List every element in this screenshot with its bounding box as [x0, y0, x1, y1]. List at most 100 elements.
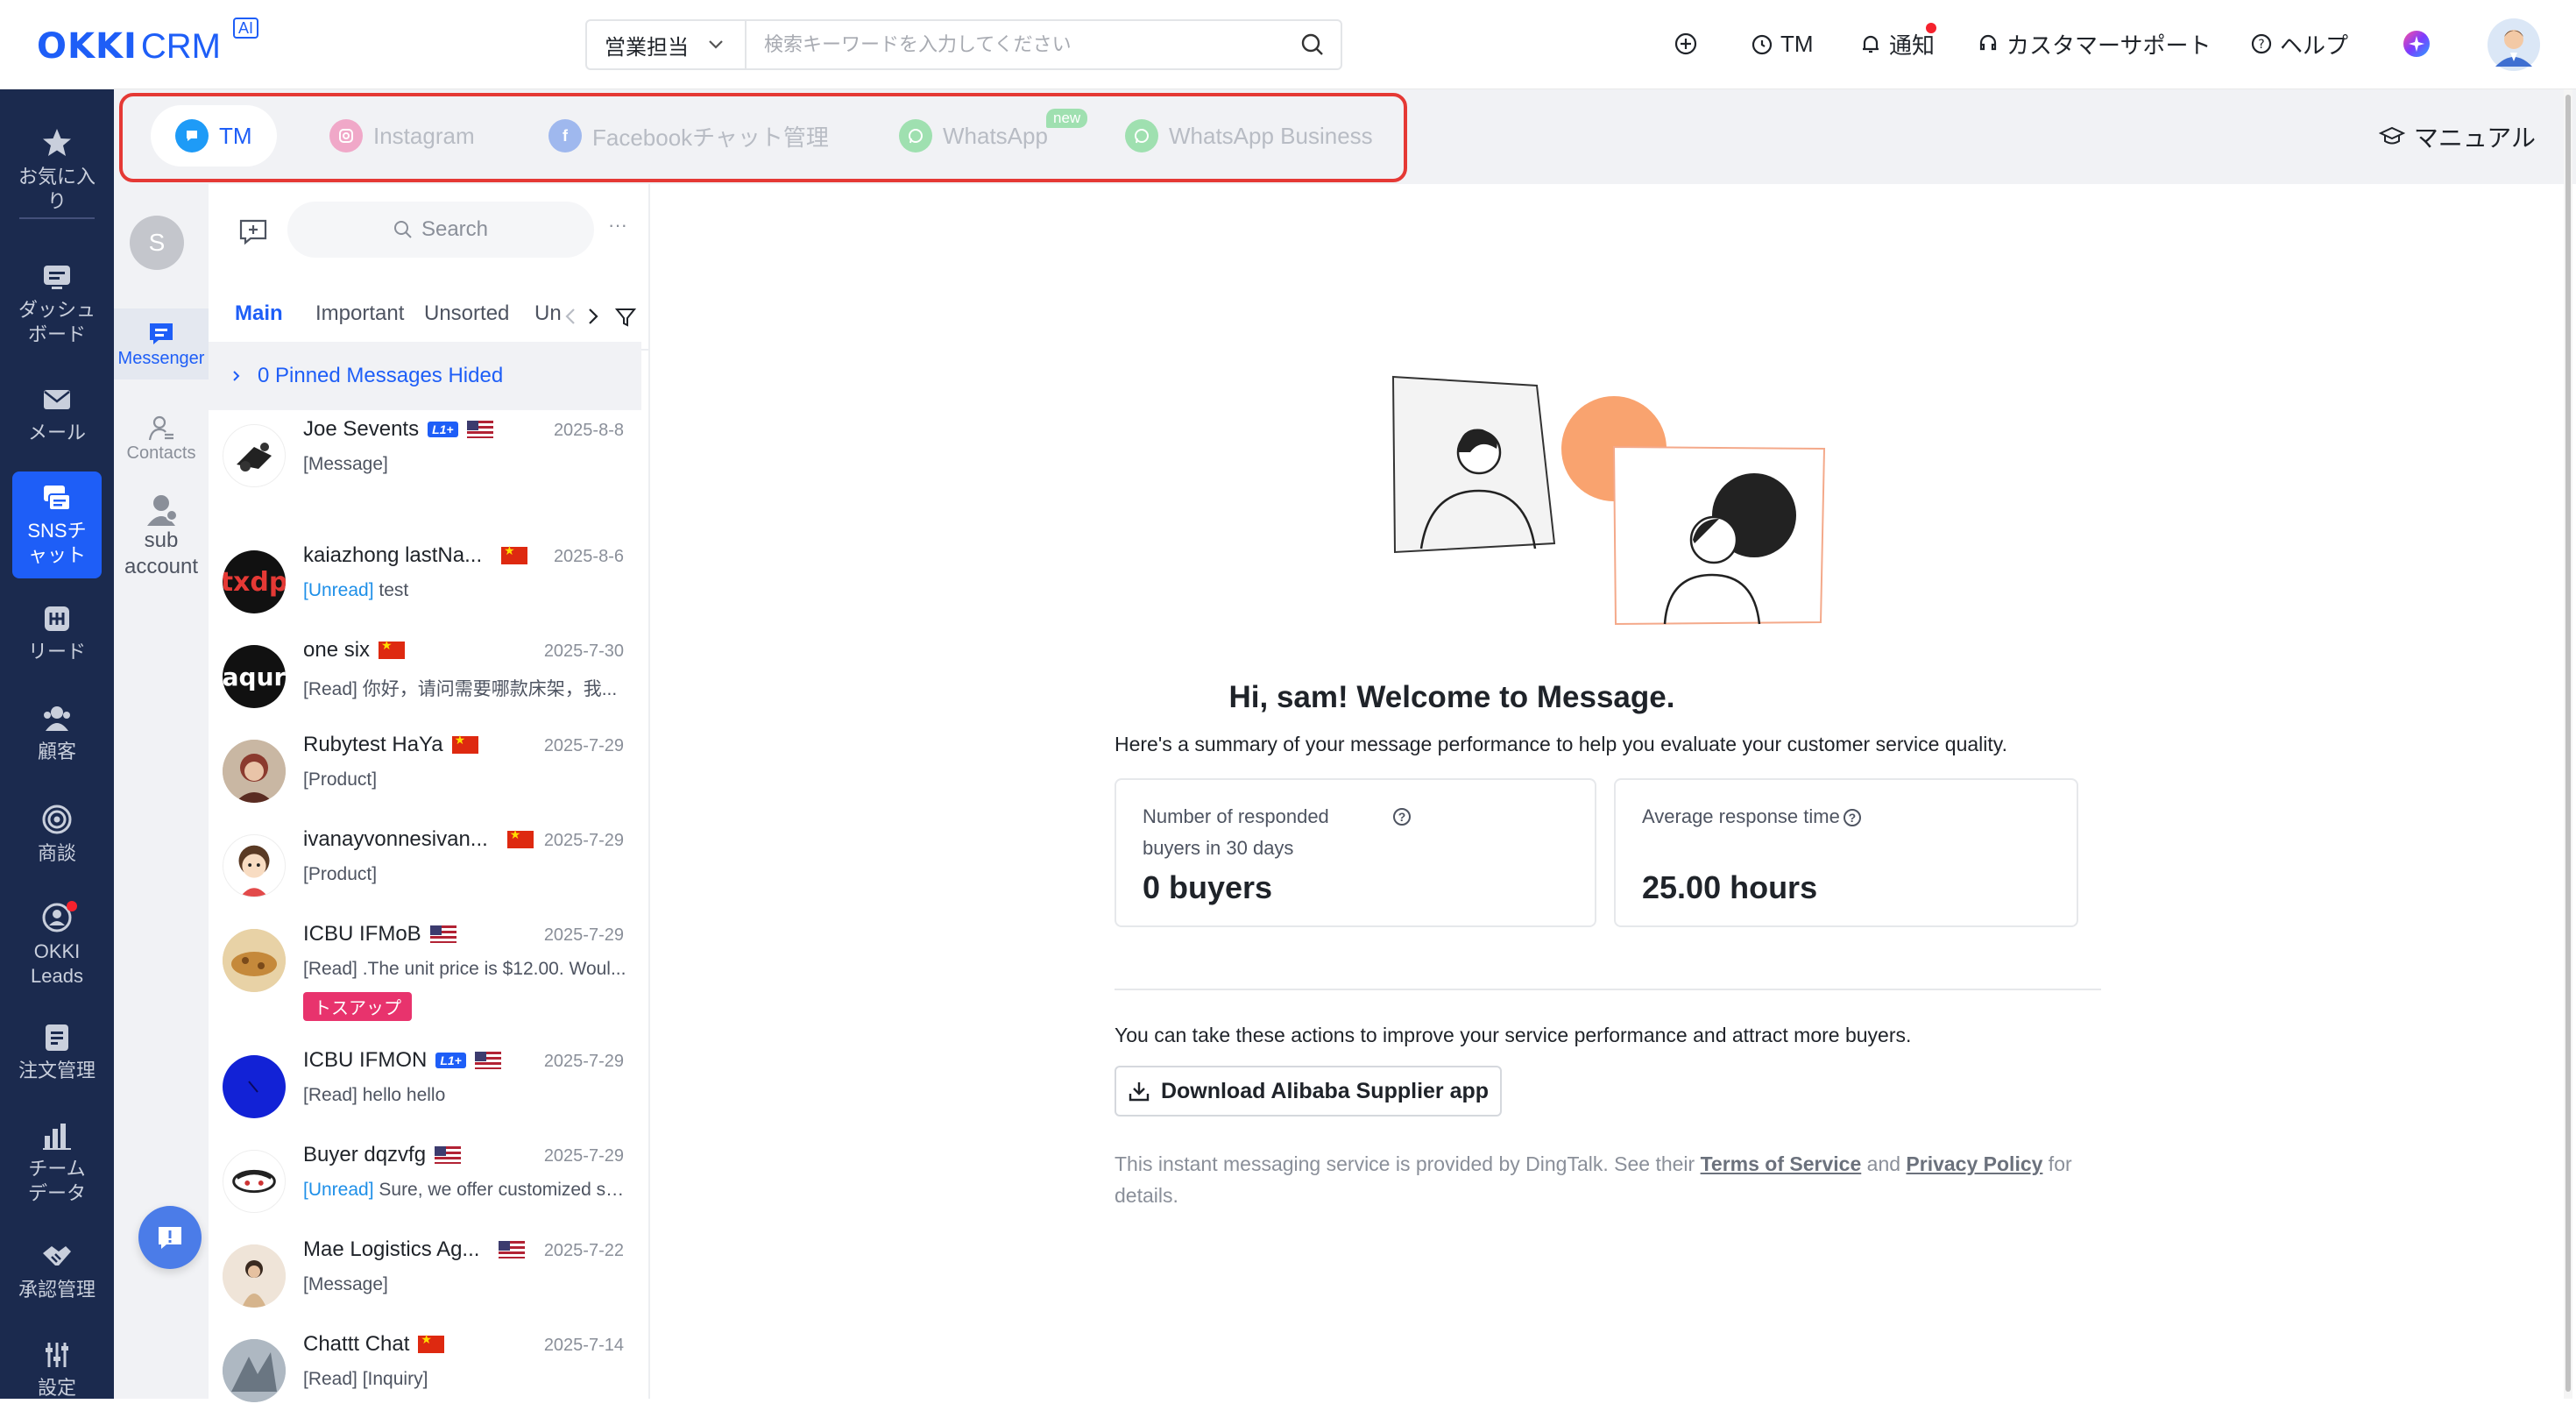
subnav-messenger[interactable]: Messenger — [114, 308, 209, 379]
customer-icon — [44, 706, 70, 731]
chevron-right-icon[interactable] — [587, 307, 599, 326]
tab-unsorted[interactable]: Unsorted — [424, 301, 509, 326]
tab-tm[interactable]: TM — [151, 105, 277, 167]
question-circle-icon[interactable]: ? — [1393, 808, 1411, 826]
actions-text: You can take these actions to improve yo… — [1115, 1024, 1912, 1046]
nav-team-data[interactable]: チームデータ — [0, 1120, 114, 1206]
nav-sns-chat[interactable]: SNSチャット — [12, 471, 102, 578]
disclaimer-text: This instant messaging service is provid… — [1115, 1152, 2072, 1207]
nav-deals[interactable]: 商談 — [0, 803, 114, 866]
instagram-icon — [329, 119, 363, 152]
bell-icon — [1863, 35, 1879, 53]
add-button[interactable] — [1674, 26, 1698, 61]
nav-approvals[interactable]: 承認管理 — [0, 1241, 114, 1302]
conversation-item[interactable]: Chattt Chat 2025-7-14 [Read] [Inquiry] — [209, 1330, 641, 1425]
new-conversation-icon[interactable] — [238, 217, 268, 250]
tab-important[interactable]: Important — [315, 301, 404, 326]
sub-account-icon — [147, 495, 178, 526]
contact-avatar — [223, 424, 286, 487]
card-value: 25.00 hours — [1642, 869, 1818, 905]
contact-name: Mae Logistics Ag... — [303, 1237, 480, 1261]
nav-okki-leads[interactable]: OKKI Leads — [0, 901, 114, 989]
nav-customers[interactable]: 顧客 — [0, 703, 114, 764]
nav-dashboard[interactable]: ダッシュボード — [0, 261, 114, 347]
help-label: ヘルプ — [2280, 32, 2349, 59]
subnav-sub-account[interactable]: sub account — [114, 493, 209, 580]
settings-icon — [46, 1343, 68, 1367]
conversation-search[interactable]: Search — [287, 202, 594, 258]
manual-link[interactable]: マニュアル — [2378, 119, 2536, 154]
conversation-date: 2025-7-22 — [543, 1241, 624, 1260]
conversation-item[interactable]: Rubytest HaYa 2025-7-29 [Product] — [209, 731, 641, 826]
contact-avatar — [223, 740, 286, 803]
conversation-item[interactable]: aqur one six 2025-7-30 [Read] 你好，请问需要哪款床… — [209, 636, 641, 731]
feedback-button[interactable] — [138, 1206, 202, 1269]
account-avatar[interactable]: S — [130, 216, 184, 270]
filter-icon[interactable] — [615, 307, 636, 328]
conversation-item[interactable]: txdp kaiazhong lastNa... 2025-8-6 [Unrea… — [209, 542, 641, 636]
nav-label: チームデータ — [27, 1158, 86, 1204]
contact-name: kaiazhong lastNa... — [303, 543, 483, 567]
contact-avatar — [223, 1055, 286, 1118]
contacts-icon — [148, 415, 173, 441]
question-circle-icon[interactable]: ? — [1843, 809, 1861, 827]
responded-buyers-card: Number of responded buyers in 30 days? 0… — [1115, 778, 1596, 927]
nav-orders[interactable]: 注文管理 — [0, 1022, 114, 1083]
handshake-icon — [43, 1246, 71, 1265]
logo-crm: CRM — [140, 27, 221, 66]
conversation-item[interactable]: Mae Logistics Ag... 2025-7-22 [Message] — [209, 1236, 641, 1330]
privacy-policy-link[interactable]: Privacy Policy — [1906, 1152, 2042, 1175]
user-avatar[interactable] — [2487, 18, 2541, 72]
tab-unread[interactable]: Un — [534, 301, 562, 326]
terms-of-service-link[interactable]: Terms of Service — [1701, 1152, 1862, 1175]
tm-button[interactable]: TM — [1751, 26, 1814, 61]
more-options-icon[interactable]: ··· — [608, 214, 627, 237]
ai-assistant-icon[interactable] — [2401, 26, 2432, 61]
tab-facebook-chat[interactable]: f Facebookチャット管理 — [548, 105, 829, 167]
conversation-date: 2025-8-8 — [553, 421, 624, 440]
logo-okki: OKKI — [37, 26, 138, 67]
search-input[interactable] — [747, 21, 1284, 68]
conversation-item[interactable]: ICBU IFMoB 2025-7-29 [Read] .The unit pr… — [209, 920, 641, 1031]
okki-crm-logo[interactable]: OKKI CRM AI — [37, 18, 259, 67]
conversation-list: Search ··· Main Important Unsorted Un 0 … — [209, 184, 650, 1402]
conversation-item[interactable]: ivanayvonnesivan... 2025-7-29 [Product] — [209, 826, 641, 920]
pinned-messages-toggle[interactable]: 0 Pinned Messages Hided — [209, 342, 641, 410]
card-title: Average response time — [1642, 805, 1840, 827]
nav-leads[interactable]: リード — [0, 603, 114, 664]
nav-favorites[interactable]: お気に入り — [0, 126, 114, 214]
headset-icon — [1979, 34, 1997, 51]
page-scrollbar-thumb[interactable] — [2565, 95, 2571, 1392]
subnav-contacts[interactable]: Contacts — [114, 414, 209, 464]
tab-whatsapp-business[interactable]: WhatsApp Business — [1125, 105, 1373, 167]
facebook-icon: f — [548, 119, 582, 152]
download-supplier-app-button[interactable]: Download Alibaba Supplier app — [1115, 1066, 1502, 1117]
contact-avatar: txdp — [223, 550, 286, 613]
nav-label: 顧客 — [37, 741, 76, 762]
svg-text:?: ? — [2258, 38, 2264, 52]
contact-name: one six — [303, 638, 371, 662]
chevron-left-icon[interactable] — [564, 307, 577, 326]
conversation-item[interactable]: Buyer dqzvfg 2025-7-29 [Unread] Sure, we… — [209, 1141, 641, 1236]
tab-instagram[interactable]: Instagram — [329, 105, 475, 167]
help-button[interactable]: ? ヘルプ — [2250, 26, 2348, 61]
customer-support-button[interactable]: カスタマーサポート — [1977, 26, 2211, 61]
search-icon[interactable] — [1284, 32, 1341, 57]
notification-button[interactable]: 通知 — [1859, 23, 1936, 61]
lead-icon — [45, 606, 69, 631]
tab-label: Instagram — [373, 122, 475, 149]
cn-flag-icon — [379, 638, 406, 659]
tab-whatsapp[interactable]: WhatsApp new — [899, 105, 1088, 167]
chat-sub-nav: S Messenger Contacts sub account — [114, 184, 209, 1399]
nav-settings[interactable]: 設定 — [0, 1339, 114, 1400]
search-scope-select[interactable]: 営業担当 — [587, 21, 747, 68]
filter-tabs: Main Important Unsorted Un — [209, 282, 650, 351]
tab-label: WhatsApp — [943, 122, 1048, 149]
conversation-date: 2025-7-29 — [543, 831, 624, 850]
search-scope-label: 営業担当 — [605, 35, 689, 60]
conversation-item[interactable]: ICBU IFMON L1+ 2025-7-29 [Read] hello hel… — [209, 1046, 641, 1141]
tab-main[interactable]: Main — [235, 301, 283, 326]
us-flag-icon — [429, 925, 456, 943]
nav-mail[interactable]: メール — [0, 384, 114, 445]
conversation-item[interactable]: Joe Sevents L1+ 2025-8-8 [Message] — [209, 415, 641, 510]
